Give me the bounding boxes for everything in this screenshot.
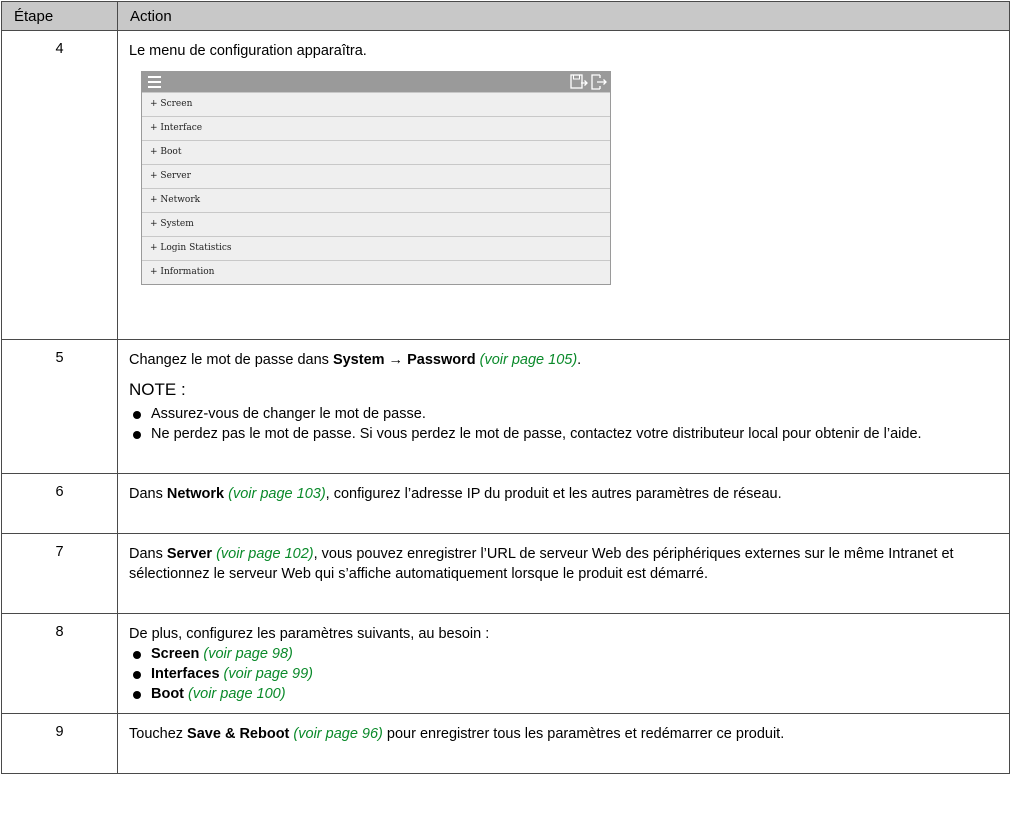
menu-item-network[interactable]: + Network [142, 188, 610, 212]
text-part: Touchez [129, 726, 188, 742]
bullet-item: Boot (voir page 100) [129, 684, 999, 704]
bullet-item: Ne perdez pas le mot de passe. Si vous p… [129, 424, 999, 444]
step-number: 8 [1, 613, 118, 714]
menu-toolbar [142, 72, 610, 92]
ui-term-interfaces: Interfaces [151, 666, 220, 682]
page-link[interactable]: (voir page 96) [293, 726, 382, 742]
text-part: Dans [129, 486, 167, 502]
step-action: Changez le mot de passe dans System → Pa… [117, 339, 1010, 474]
menu-item-login-statistics[interactable]: + Login Statistics [142, 236, 610, 260]
menu-item-information[interactable]: + Information [142, 260, 610, 284]
table-row: 4 Le menu de configuration apparaîtra. +… [1, 30, 1010, 340]
step-number: 7 [1, 533, 118, 614]
text-part: . [577, 352, 582, 368]
step-number: 6 [1, 473, 118, 534]
ui-term-screen: Screen [151, 646, 200, 662]
bullet-item: Screen (voir page 98) [129, 644, 999, 664]
table-row: 9 Touchez Save & Reboot (voir page 96) p… [1, 713, 1010, 774]
table-row: 6 Dans Network (voir page 103), configur… [1, 473, 1010, 534]
step-action: Touchez Save & Reboot (voir page 96) pou… [117, 713, 1010, 774]
ui-term-save-reboot: Save & Reboot [187, 726, 290, 742]
page-link[interactable]: (voir page 102) [216, 546, 314, 562]
steps-table: Étape Action 4 Le menu de configuration … [1, 1, 1010, 774]
text-part: , configurez l’adresse IP du produit et … [325, 486, 782, 502]
ui-term-password: Password [407, 352, 476, 368]
table-row: 8 De plus, configurez les paramètres sui… [1, 613, 1010, 714]
step-number: 9 [1, 713, 118, 774]
menu-item-boot[interactable]: + Boot [142, 140, 610, 164]
bullet-item: Interfaces (voir page 99) [129, 664, 999, 684]
menu-item-screen[interactable]: + Screen [142, 92, 610, 116]
step-number: 4 [1, 30, 118, 340]
note-heading: NOTE : [129, 380, 186, 399]
text-part: Dans [129, 546, 167, 562]
page-link[interactable]: (voir page 103) [228, 486, 326, 502]
logout-icon [591, 74, 607, 90]
menu-item-system[interactable]: + System [142, 212, 610, 236]
page-link[interactable]: (voir page 98) [203, 646, 292, 662]
action-text: Changez le mot de passe dans System → Pa… [129, 350, 999, 370]
action-text: De plus, configurez les paramètres suiva… [129, 626, 490, 642]
text-part: pour enregistrer tous les paramètres et … [382, 726, 785, 742]
menu-item-server[interactable]: + Server [142, 164, 610, 188]
step-action: Le menu de configuration apparaîtra. + S… [117, 30, 1010, 340]
header-action: Action [117, 1, 1010, 31]
bullet-item: Assurez-vous de changer le mot de passe. [129, 404, 999, 424]
page-link[interactable]: (voir page 100) [188, 686, 286, 702]
step-action: Dans Network (voir page 103), configurez… [117, 473, 1010, 534]
table-header-row: Étape Action [1, 1, 1010, 31]
ui-term-server: Server [166, 546, 213, 562]
page-link[interactable]: (voir page 105) [480, 352, 578, 368]
text-part: Changez le mot de passe dans [129, 352, 333, 368]
table-row: 7 Dans Server (voir page 102), vous pouv… [1, 533, 1010, 614]
step-number: 5 [1, 339, 118, 474]
menu-icon [148, 76, 161, 91]
header-step: Étape [1, 1, 118, 31]
config-menu-screenshot: + Screen + Interface + Boot + Server + N… [141, 71, 611, 285]
arrow-text: → [384, 352, 408, 368]
ui-term-boot: Boot [151, 686, 185, 702]
ui-term-network: Network [166, 486, 225, 502]
step-action: De plus, configurez les paramètres suiva… [117, 613, 1010, 714]
ui-term-system: System [332, 352, 385, 368]
menu-item-interface[interactable]: + Interface [142, 116, 610, 140]
save-icon [570, 74, 588, 89]
action-text: Le menu de configuration apparaîtra. [129, 43, 367, 59]
step-action: Dans Server (voir page 102), vous pouvez… [117, 533, 1010, 614]
page-link[interactable]: (voir page 99) [224, 666, 313, 682]
table-row: 5 Changez le mot de passe dans System → … [1, 339, 1010, 474]
